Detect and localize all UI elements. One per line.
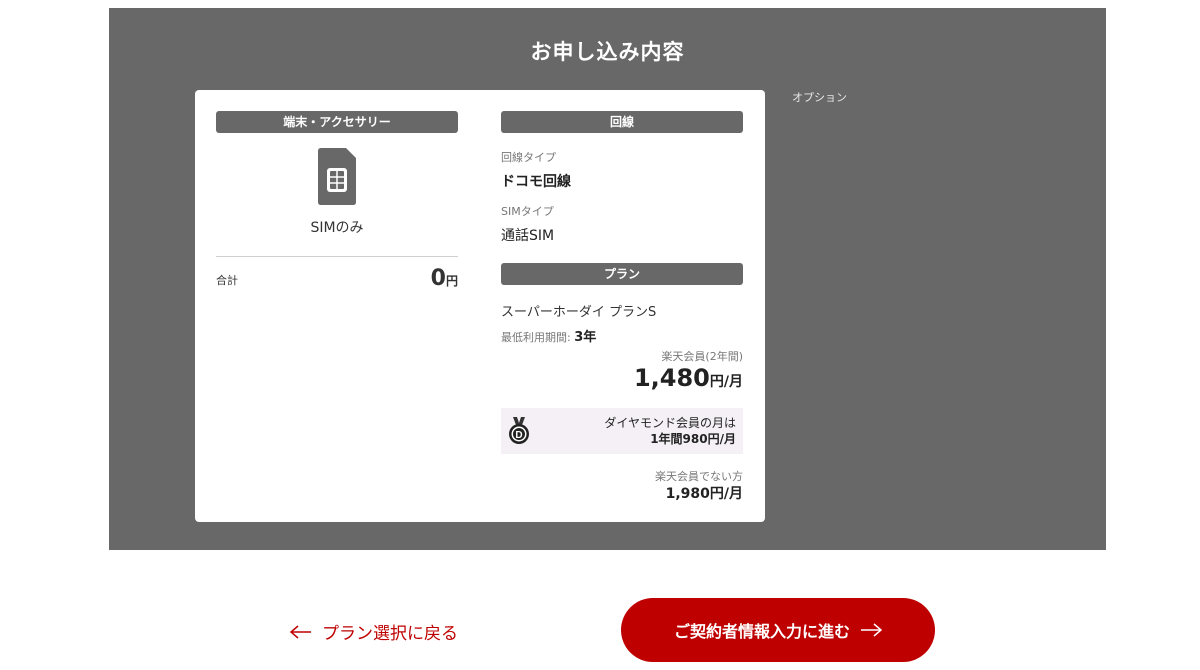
diamond-line-2: 1年間980円/月 — [650, 432, 736, 446]
non-member-label: 楽天会員でない方 — [655, 470, 743, 483]
diamond-member-badge-icon: D — [509, 417, 529, 444]
arrow-left-icon — [290, 624, 311, 639]
page-title: お申し込み内容 — [530, 40, 685, 64]
min-period-value: 3年 — [574, 330, 597, 345]
line-type-label: 回線タイプ — [501, 151, 556, 164]
back-link-label: プラン選択に戻る — [322, 624, 458, 644]
device-name: SIMのみ — [310, 220, 364, 236]
plan-name: スーパーホーダイ プランS — [501, 305, 657, 320]
sim-card-icon — [318, 148, 356, 205]
summary-card: 端末・アクセサリー SIMのみ 合計 0円 回線 回線タイプ ドコモ回線 SIM… — [195, 90, 765, 522]
rakuten-price-amount: 1,480 — [633, 364, 710, 392]
min-period-label: 最低利用期間: — [501, 331, 575, 344]
rakuten-member-price: 1,480円/月 — [634, 364, 743, 392]
line-section-header: 回線 — [501, 111, 743, 133]
min-period: 最低利用期間: 3年 — [501, 326, 596, 345]
total-unit: 円 — [445, 274, 458, 288]
rakuten-price-unit: 円/月 — [709, 374, 743, 390]
diamond-line-1: ダイヤモンド会員の月は — [604, 416, 736, 430]
non-member-price: 1,980円/月 — [665, 486, 743, 502]
sim-type-label: SIMタイプ — [501, 205, 554, 218]
device-section-header: 端末・アクセサリー — [216, 111, 458, 133]
total-value: 0円 — [431, 266, 458, 291]
diamond-member-text: ダイヤモンド会員の月は 1年間980円/月 — [604, 415, 736, 447]
order-summary-panel: お申し込み内容 オプション 端末・アクセサリー SIMのみ 合計 0円 回線 回… — [109, 8, 1106, 550]
sim-type-value: 通話SIM — [501, 228, 555, 244]
options-label: オプション — [792, 91, 847, 104]
svg-text:D: D — [515, 430, 522, 441]
next-button-label: ご契約者情報入力に進む — [673, 622, 850, 641]
total-amount: 0 — [430, 266, 446, 291]
diamond-member-box: D ダイヤモンド会員の月は 1年間980円/月 — [501, 408, 743, 454]
divider — [216, 256, 458, 257]
plan-section-header: プラン — [501, 263, 743, 285]
back-to-plan-link[interactable]: プラン選択に戻る — [290, 619, 458, 644]
rakuten-member-label: 楽天会員(2年間) — [661, 350, 743, 363]
line-type-value: ドコモ回線 — [501, 174, 571, 190]
total-label: 合計 — [216, 274, 238, 287]
arrow-right-icon — [861, 623, 882, 637]
proceed-to-contractor-button[interactable]: ご契約者情報入力に進む — [621, 598, 935, 662]
